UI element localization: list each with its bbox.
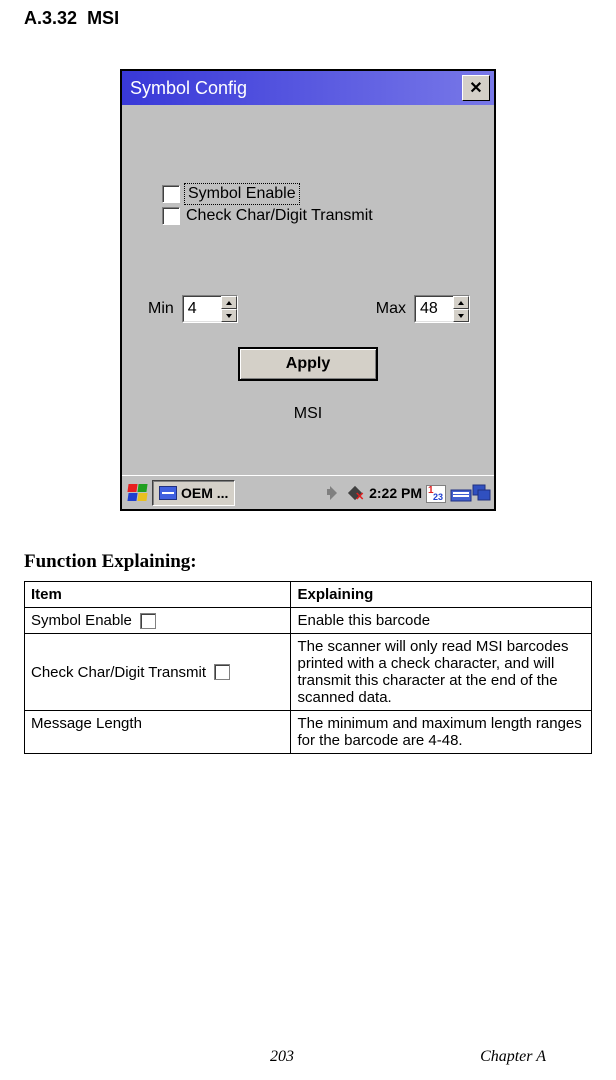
check-char-label: Check Char/Digit Transmit xyxy=(186,207,373,225)
calendar-icon[interactable]: 23 xyxy=(426,483,446,503)
dialog-body: Symbol Enable Check Char/Digit Transmit … xyxy=(122,105,494,475)
close-button[interactable]: ✕ xyxy=(462,75,490,101)
page-number: 203 xyxy=(270,1048,294,1066)
start-button[interactable] xyxy=(126,483,150,503)
item-cell: Message Length xyxy=(25,711,291,754)
explaining-cell: The minimum and maximum length ranges fo… xyxy=(291,711,592,754)
min-up-button[interactable] xyxy=(221,296,237,309)
symbol-enable-label: Symbol Enable xyxy=(186,185,298,203)
clock[interactable]: 2:22 PM xyxy=(369,485,422,501)
check-char-row: Check Char/Digit Transmit xyxy=(162,207,470,225)
title-bar: Symbol Config ✕ xyxy=(122,71,494,105)
max-up-button[interactable] xyxy=(453,296,469,309)
page-footer: 203 Chapter A xyxy=(0,1048,616,1066)
function-explaining-heading: Function Explaining: xyxy=(24,551,592,573)
header-explaining: Explaining xyxy=(291,582,592,608)
taskbar: OEM ... 2:22 PM 23 xyxy=(122,475,494,509)
table-header-row: Item Explaining xyxy=(25,582,592,608)
symbol-enable-row: Symbol Enable xyxy=(162,185,470,203)
explaining-cell: Enable this barcode xyxy=(291,608,592,634)
cascade-windows-icon[interactable] xyxy=(472,484,490,502)
section-heading: A.3.32 MSI xyxy=(24,8,592,29)
min-label: Min xyxy=(148,300,174,318)
dialog-footer-label: MSI xyxy=(146,405,470,423)
header-item: Item xyxy=(25,582,291,608)
system-tray: 2:22 PM 23 xyxy=(325,483,490,503)
volume-icon[interactable] xyxy=(325,484,343,502)
symbol-config-dialog: Symbol Config ✕ Symbol Enable Check Char… xyxy=(120,69,496,511)
max-spinner-buttons xyxy=(453,296,469,322)
taskbar-app-label: OEM ... xyxy=(181,485,228,501)
item-cell: Check Char/Digit Transmit xyxy=(25,634,291,711)
dialog-title: Symbol Config xyxy=(130,78,247,99)
oem-icon xyxy=(159,486,177,500)
taskbar-app-button[interactable]: OEM ... xyxy=(152,480,235,506)
max-spinner[interactable]: 48 xyxy=(414,295,470,323)
max-input[interactable]: 48 xyxy=(415,296,453,322)
min-input[interactable]: 4 xyxy=(183,296,221,322)
network-icon[interactable] xyxy=(347,484,365,502)
keyboard-icon[interactable] xyxy=(450,484,468,502)
item-cell: Symbol Enable xyxy=(25,608,291,634)
explaining-cell: The scanner will only read MSI barcodes … xyxy=(291,634,592,711)
min-max-row: Min 4 Max 48 xyxy=(148,295,470,323)
symbol-enable-checkbox[interactable] xyxy=(162,185,180,203)
close-icon: ✕ xyxy=(469,78,482,98)
table-row: Symbol Enable Enable this barcode xyxy=(25,608,592,634)
min-spinner-buttons xyxy=(221,296,237,322)
min-spinner[interactable]: 4 xyxy=(182,295,238,323)
function-explaining-table: Item Explaining Symbol Enable Enable thi… xyxy=(24,581,592,754)
check-char-checkbox[interactable] xyxy=(162,207,180,225)
max-label: Max xyxy=(376,300,406,318)
max-down-button[interactable] xyxy=(453,309,469,322)
checkbox-icon xyxy=(140,613,156,629)
section-number: A.3.32 xyxy=(24,8,77,28)
table-row: Check Char/Digit Transmit The scanner wi… xyxy=(25,634,592,711)
apply-button[interactable]: Apply xyxy=(238,347,378,381)
chapter-label: Chapter A xyxy=(480,1048,546,1066)
checkbox-icon xyxy=(214,664,230,680)
min-down-button[interactable] xyxy=(221,309,237,322)
table-row: Message Length The minimum and maximum l… xyxy=(25,711,592,754)
section-title: MSI xyxy=(87,8,119,28)
